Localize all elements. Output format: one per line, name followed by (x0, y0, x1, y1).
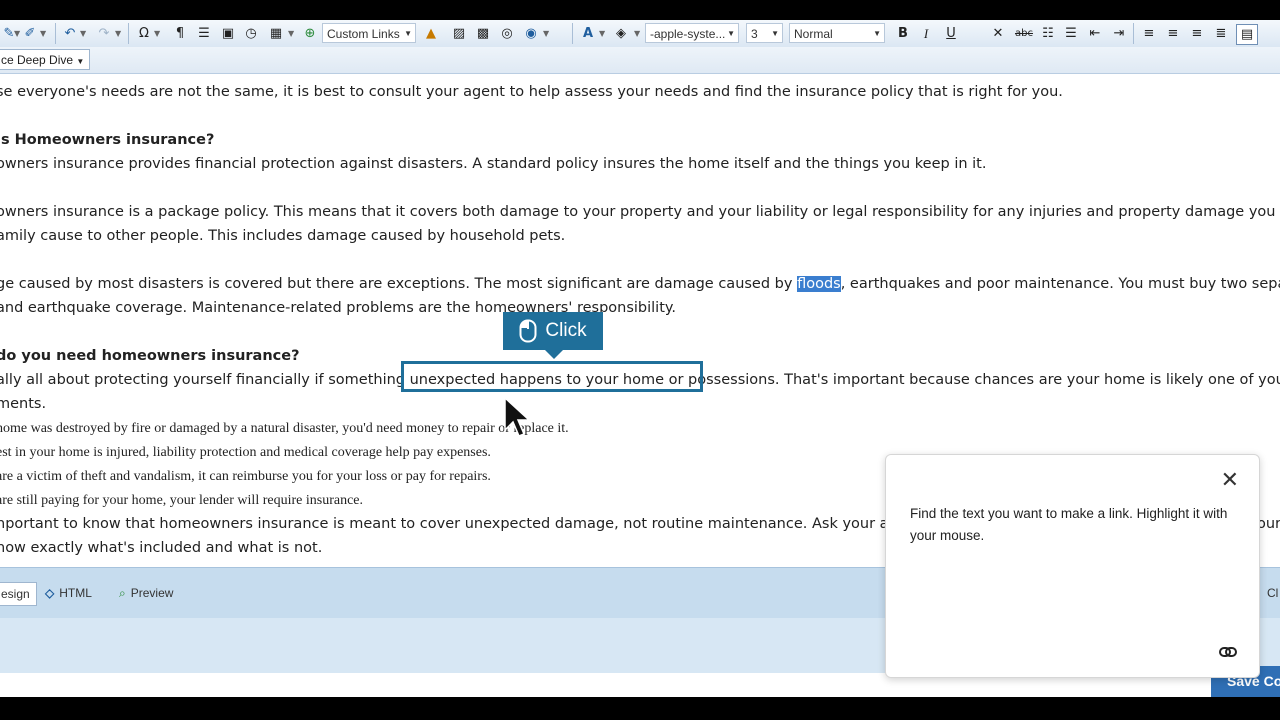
paragraph: owners insurance is a package policy. Th… (0, 204, 1280, 220)
page-icon[interactable]: ▣ (220, 24, 236, 43)
preview-mode-label: Preview (130, 586, 174, 600)
chevron-down-icon[interactable]: ▼ (80, 24, 86, 43)
chevron-down-icon[interactable]: ▼ (14, 24, 20, 43)
gallery-icon[interactable]: ▩ (475, 24, 491, 43)
code-icon: ◇ (45, 586, 55, 600)
media-icon[interactable]: ◉ (523, 24, 539, 43)
chevron-down-icon[interactable]: ▼ (115, 24, 121, 43)
toolbar-divider (128, 23, 129, 44)
list-item: est in your home is injured, liability p… (0, 445, 491, 460)
font-color-icon[interactable]: A (580, 24, 596, 43)
paragraph-fragment: our (1257, 516, 1280, 532)
clear-format-icon[interactable]: ✕ (990, 24, 1006, 43)
undo-icon[interactable]: ↶ (62, 24, 78, 43)
toolbar-divider (55, 23, 56, 44)
align-right-icon[interactable]: ≡ (1189, 24, 1205, 43)
image-icon[interactable]: ▨ (451, 24, 467, 43)
bulleted-list-icon[interactable]: ☰ (1063, 24, 1079, 43)
font-family-dropdown[interactable]: -apple-syste... ▼ (645, 23, 739, 43)
italic-icon[interactable]: I (918, 24, 934, 43)
paragraph: ge caused by most disasters is covered b… (0, 276, 1280, 292)
heading: do you need homeowners insurance? (0, 348, 300, 364)
editor-toolbar: ✎ ▼ ✐ ▼ ↶ ▼ ↷ ▼ Ω ▼ ¶ ☰ ▣ ◷ ▦ ▼ ⊕ Custom… (0, 20, 1280, 48)
chevron-down-icon[interactable]: ▼ (288, 24, 294, 43)
preview-mode-tab[interactable]: ⌕ Preview (119, 582, 173, 604)
highlight-frame (401, 361, 703, 392)
editor-screen: ✎ ▼ ✐ ▼ ↶ ▼ ↷ ▼ Ω ▼ ¶ ☰ ▣ ◷ ▦ ▼ ⊕ Custom… (0, 20, 1280, 697)
indent-icon[interactable]: ⇥ (1111, 24, 1127, 43)
mouse-pointer-icon (504, 396, 531, 437)
paragraph: nportant to know that homeowners insuran… (0, 516, 922, 532)
link-globe-icon[interactable]: ⊕ (302, 24, 318, 43)
list-item: are still paying for your home, your len… (0, 493, 363, 508)
fill-color-icon[interactable]: ◈ (613, 24, 629, 43)
mode-bar-fragment: Cl (1267, 586, 1279, 600)
highlight-pen-icon[interactable]: ✐ (22, 24, 38, 43)
bold-icon[interactable]: B (895, 24, 911, 43)
compass-icon[interactable]: ◎ (499, 24, 515, 43)
underline-icon[interactable]: U (943, 24, 959, 43)
horizontal-rule-icon[interactable]: ☰ (196, 24, 212, 43)
magnifier-icon: ⌕ (119, 585, 126, 600)
redo-icon[interactable]: ↷ (96, 24, 112, 43)
paragraph-mark-icon[interactable]: ¶ (172, 24, 188, 43)
html-mode-tab[interactable]: ◇ HTML (45, 582, 92, 604)
help-text: Find the text you want to make a link. H… (910, 506, 1228, 543)
list-item: are a victim of theft and vandalism, it … (0, 469, 491, 484)
chain-link-icon[interactable] (1219, 645, 1237, 659)
spellcheck-icon[interactable]: ▤ (1236, 24, 1258, 45)
clock-icon[interactable]: ◷ (243, 24, 259, 43)
style-dropdown[interactable]: ce Deep Dive ▼ (0, 49, 90, 70)
style-toolbar: ce Deep Dive ▼ (0, 47, 1280, 74)
paragraph: amily cause to other people. This includ… (0, 228, 566, 244)
toolbar-divider (1133, 23, 1134, 44)
heading: is Homeowners insurance? (0, 132, 215, 148)
image-manager-icon[interactable]: ▲ (422, 24, 440, 43)
numbered-list-icon[interactable]: ☷ (1040, 24, 1056, 43)
table-icon[interactable]: ▦ (268, 24, 284, 43)
chevron-down-icon[interactable]: ▼ (634, 24, 640, 43)
chevron-down-icon[interactable]: ▼ (543, 24, 549, 43)
list-item: home was destroyed by fire or damaged by… (0, 421, 569, 436)
callout-label: Click (545, 320, 587, 341)
align-center-icon[interactable]: ≡ (1165, 24, 1181, 43)
chevron-down-icon[interactable]: ▼ (154, 24, 160, 43)
close-icon[interactable]: ✕ (1221, 467, 1239, 493)
paragraph: ments. (0, 396, 47, 412)
design-mode-tab[interactable]: esign (0, 582, 37, 606)
chevron-down-icon[interactable]: ▼ (40, 24, 46, 43)
toolbar-divider (572, 23, 573, 44)
mouse-icon (519, 319, 537, 343)
font-size-dropdown[interactable]: 3 ▼ (746, 23, 783, 43)
help-panel: ✕ Find the text you want to make a link.… (885, 454, 1260, 678)
selected-text[interactable]: floods (797, 276, 841, 292)
paragraph: owners insurance provides financial prot… (0, 156, 987, 172)
chevron-down-icon[interactable]: ▼ (599, 24, 605, 43)
justify-icon[interactable]: ≣ (1213, 24, 1229, 43)
text-span: ge caused by most disasters is covered b… (0, 276, 798, 292)
strikethrough-icon[interactable]: abc (1013, 24, 1035, 43)
outdent-icon[interactable]: ⇤ (1087, 24, 1103, 43)
custom-links-dropdown[interactable]: Custom Links ▼ (322, 23, 416, 43)
symbol-icon[interactable]: Ω (136, 24, 152, 43)
text-span: , earthquakes and poor maintenance. You … (840, 276, 1280, 292)
click-callout: Click (503, 312, 603, 359)
paragraph-style-dropdown[interactable]: Normal ▼ (789, 23, 885, 43)
paragraph: how exactly what's included and what is … (0, 540, 323, 556)
align-left-icon[interactable]: ≡ (1141, 24, 1157, 43)
html-mode-label: HTML (59, 586, 92, 600)
paragraph: se everyone's needs are not the same, it… (0, 84, 1063, 100)
